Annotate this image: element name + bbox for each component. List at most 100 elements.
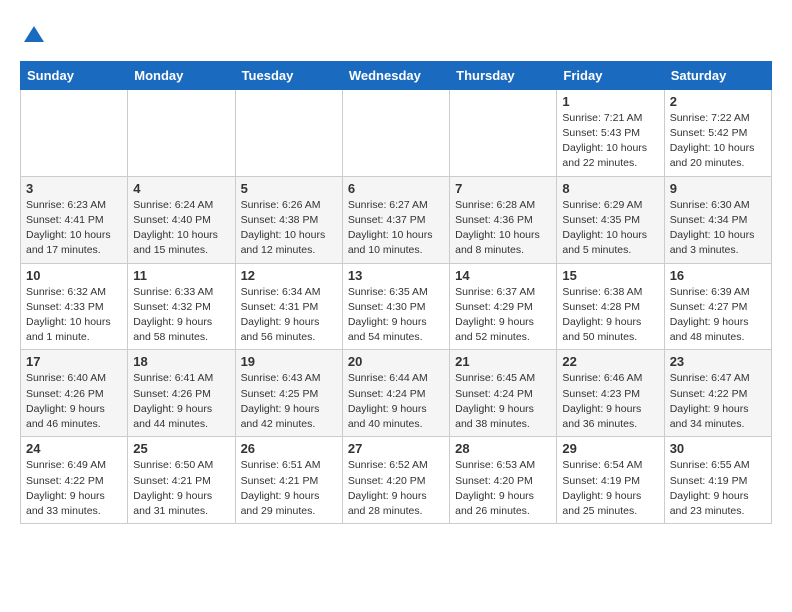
- day-info: Sunrise: 6:45 AM Sunset: 4:24 PM Dayligh…: [455, 371, 551, 432]
- calendar-table: SundayMondayTuesdayWednesdayThursdayFrid…: [20, 61, 772, 524]
- day-number: 21: [455, 354, 551, 369]
- calendar-cell: 6 Sunrise: 6:27 AM Sunset: 4:37 PM Daylig…: [342, 176, 449, 263]
- calendar-cell: 14 Sunrise: 6:37 AM Sunset: 4:29 PM Dayli…: [450, 263, 557, 350]
- calendar-cell: 7 Sunrise: 6:28 AM Sunset: 4:36 PM Daylig…: [450, 176, 557, 263]
- calendar-cell: 20 Sunrise: 6:44 AM Sunset: 4:24 PM Dayli…: [342, 350, 449, 437]
- calendar-cell: 30 Sunrise: 6:55 AM Sunset: 4:19 PM Dayli…: [664, 437, 771, 524]
- calendar-cell: [128, 89, 235, 176]
- calendar-cell: 10 Sunrise: 6:32 AM Sunset: 4:33 PM Dayli…: [21, 263, 128, 350]
- day-number: 25: [133, 441, 229, 456]
- weekday-header-sunday: Sunday: [21, 61, 128, 89]
- day-number: 17: [26, 354, 122, 369]
- calendar-cell: 28 Sunrise: 6:53 AM Sunset: 4:20 PM Dayli…: [450, 437, 557, 524]
- calendar-cell: 8 Sunrise: 6:29 AM Sunset: 4:35 PM Daylig…: [557, 176, 664, 263]
- day-info: Sunrise: 6:27 AM Sunset: 4:37 PM Dayligh…: [348, 198, 444, 259]
- day-info: Sunrise: 6:34 AM Sunset: 4:31 PM Dayligh…: [241, 285, 337, 346]
- day-info: Sunrise: 6:43 AM Sunset: 4:25 PM Dayligh…: [241, 371, 337, 432]
- calendar-week-row: 3Sunrise: 6:23 AM Sunset: 4:41 PM Daylig…: [21, 176, 772, 263]
- calendar-cell: 4Sunrise: 6:24 AM Sunset: 4:40 PM Daylig…: [128, 176, 235, 263]
- calendar-cell: [450, 89, 557, 176]
- day-number: 5: [241, 181, 337, 196]
- weekday-header-wednesday: Wednesday: [342, 61, 449, 89]
- calendar-week-row: 10 Sunrise: 6:32 AM Sunset: 4:33 PM Dayli…: [21, 263, 772, 350]
- day-info: Sunrise: 6:33 AM Sunset: 4:32 PM Dayligh…: [133, 285, 229, 346]
- calendar-week-row: 17 Sunrise: 6:40 AM Sunset: 4:26 PM Dayli…: [21, 350, 772, 437]
- day-info: Sunrise: 6:35 AM Sunset: 4:30 PM Dayligh…: [348, 285, 444, 346]
- day-info: Sunrise: 6:29 AM Sunset: 4:35 PM Dayligh…: [562, 198, 658, 259]
- calendar-cell: 12 Sunrise: 6:34 AM Sunset: 4:31 PM Dayli…: [235, 263, 342, 350]
- day-number: 24: [26, 441, 122, 456]
- day-number: 28: [455, 441, 551, 456]
- day-number: 4: [133, 181, 229, 196]
- calendar-week-row: 24 Sunrise: 6:49 AM Sunset: 4:22 PM Dayli…: [21, 437, 772, 524]
- day-info: Sunrise: 6:52 AM Sunset: 4:20 PM Dayligh…: [348, 458, 444, 519]
- day-number: 20: [348, 354, 444, 369]
- calendar-cell: 5 Sunrise: 6:26 AM Sunset: 4:38 PM Daylig…: [235, 176, 342, 263]
- day-number: 30: [670, 441, 766, 456]
- day-info: Sunrise: 6:26 AM Sunset: 4:38 PM Dayligh…: [241, 198, 337, 259]
- day-info: Sunrise: 6:30 AM Sunset: 4:34 PM Dayligh…: [670, 198, 766, 259]
- day-number: 1: [562, 94, 658, 109]
- weekday-header-tuesday: Tuesday: [235, 61, 342, 89]
- day-info: Sunrise: 6:53 AM Sunset: 4:20 PM Dayligh…: [455, 458, 551, 519]
- day-info: Sunrise: 6:40 AM Sunset: 4:26 PM Dayligh…: [26, 371, 122, 432]
- day-number: 19: [241, 354, 337, 369]
- calendar-cell: 27 Sunrise: 6:52 AM Sunset: 4:20 PM Dayli…: [342, 437, 449, 524]
- day-number: 22: [562, 354, 658, 369]
- day-number: 23: [670, 354, 766, 369]
- day-number: 18: [133, 354, 229, 369]
- day-info: Sunrise: 6:37 AM Sunset: 4:29 PM Dayligh…: [455, 285, 551, 346]
- calendar-cell: [342, 89, 449, 176]
- day-number: 27: [348, 441, 444, 456]
- logo-icon: [22, 24, 46, 48]
- day-info: Sunrise: 6:47 AM Sunset: 4:22 PM Dayligh…: [670, 371, 766, 432]
- calendar-week-row: 1 Sunrise: 7:21 AM Sunset: 5:43 PM Daylig…: [21, 89, 772, 176]
- day-number: 8: [562, 181, 658, 196]
- weekday-header-friday: Friday: [557, 61, 664, 89]
- calendar-cell: 1 Sunrise: 7:21 AM Sunset: 5:43 PM Daylig…: [557, 89, 664, 176]
- calendar-cell: 18 Sunrise: 6:41 AM Sunset: 4:26 PM Dayli…: [128, 350, 235, 437]
- calendar-cell: [235, 89, 342, 176]
- calendar-cell: 22Sunrise: 6:46 AM Sunset: 4:23 PM Dayli…: [557, 350, 664, 437]
- calendar-cell: 11 Sunrise: 6:33 AM Sunset: 4:32 PM Dayli…: [128, 263, 235, 350]
- day-number: 14: [455, 268, 551, 283]
- day-info: Sunrise: 6:49 AM Sunset: 4:22 PM Dayligh…: [26, 458, 122, 519]
- day-info: Sunrise: 7:22 AM Sunset: 5:42 PM Dayligh…: [670, 111, 766, 172]
- day-info: Sunrise: 6:28 AM Sunset: 4:36 PM Dayligh…: [455, 198, 551, 259]
- day-number: 10: [26, 268, 122, 283]
- calendar-cell: 26 Sunrise: 6:51 AM Sunset: 4:21 PM Dayli…: [235, 437, 342, 524]
- calendar-cell: 15Sunrise: 6:38 AM Sunset: 4:28 PM Dayli…: [557, 263, 664, 350]
- weekday-header-saturday: Saturday: [664, 61, 771, 89]
- calendar-cell: [21, 89, 128, 176]
- calendar-cell: 23 Sunrise: 6:47 AM Sunset: 4:22 PM Dayli…: [664, 350, 771, 437]
- logo: [20, 24, 46, 53]
- day-info: Sunrise: 6:54 AM Sunset: 4:19 PM Dayligh…: [562, 458, 658, 519]
- calendar-cell: 19 Sunrise: 6:43 AM Sunset: 4:25 PM Dayli…: [235, 350, 342, 437]
- calendar-cell: 21 Sunrise: 6:45 AM Sunset: 4:24 PM Dayli…: [450, 350, 557, 437]
- page-header: [20, 20, 772, 53]
- day-number: 11: [133, 268, 229, 283]
- day-number: 16: [670, 268, 766, 283]
- day-info: Sunrise: 6:41 AM Sunset: 4:26 PM Dayligh…: [133, 371, 229, 432]
- day-info: Sunrise: 6:32 AM Sunset: 4:33 PM Dayligh…: [26, 285, 122, 346]
- day-number: 7: [455, 181, 551, 196]
- day-number: 15: [562, 268, 658, 283]
- day-number: 26: [241, 441, 337, 456]
- calendar-header-row: SundayMondayTuesdayWednesdayThursdayFrid…: [21, 61, 772, 89]
- day-info: Sunrise: 6:44 AM Sunset: 4:24 PM Dayligh…: [348, 371, 444, 432]
- day-info: Sunrise: 6:50 AM Sunset: 4:21 PM Dayligh…: [133, 458, 229, 519]
- day-info: Sunrise: 7:21 AM Sunset: 5:43 PM Dayligh…: [562, 111, 658, 172]
- day-number: 29: [562, 441, 658, 456]
- day-number: 6: [348, 181, 444, 196]
- day-number: 13: [348, 268, 444, 283]
- calendar-cell: 24 Sunrise: 6:49 AM Sunset: 4:22 PM Dayli…: [21, 437, 128, 524]
- day-info: Sunrise: 6:51 AM Sunset: 4:21 PM Dayligh…: [241, 458, 337, 519]
- day-number: 12: [241, 268, 337, 283]
- day-number: 3: [26, 181, 122, 196]
- calendar-cell: 13 Sunrise: 6:35 AM Sunset: 4:30 PM Dayli…: [342, 263, 449, 350]
- calendar-cell: 16 Sunrise: 6:39 AM Sunset: 4:27 PM Dayli…: [664, 263, 771, 350]
- day-info: Sunrise: 6:39 AM Sunset: 4:27 PM Dayligh…: [670, 285, 766, 346]
- calendar-cell: 29 Sunrise: 6:54 AM Sunset: 4:19 PM Dayli…: [557, 437, 664, 524]
- day-info: Sunrise: 6:55 AM Sunset: 4:19 PM Dayligh…: [670, 458, 766, 519]
- calendar-cell: 17 Sunrise: 6:40 AM Sunset: 4:26 PM Dayli…: [21, 350, 128, 437]
